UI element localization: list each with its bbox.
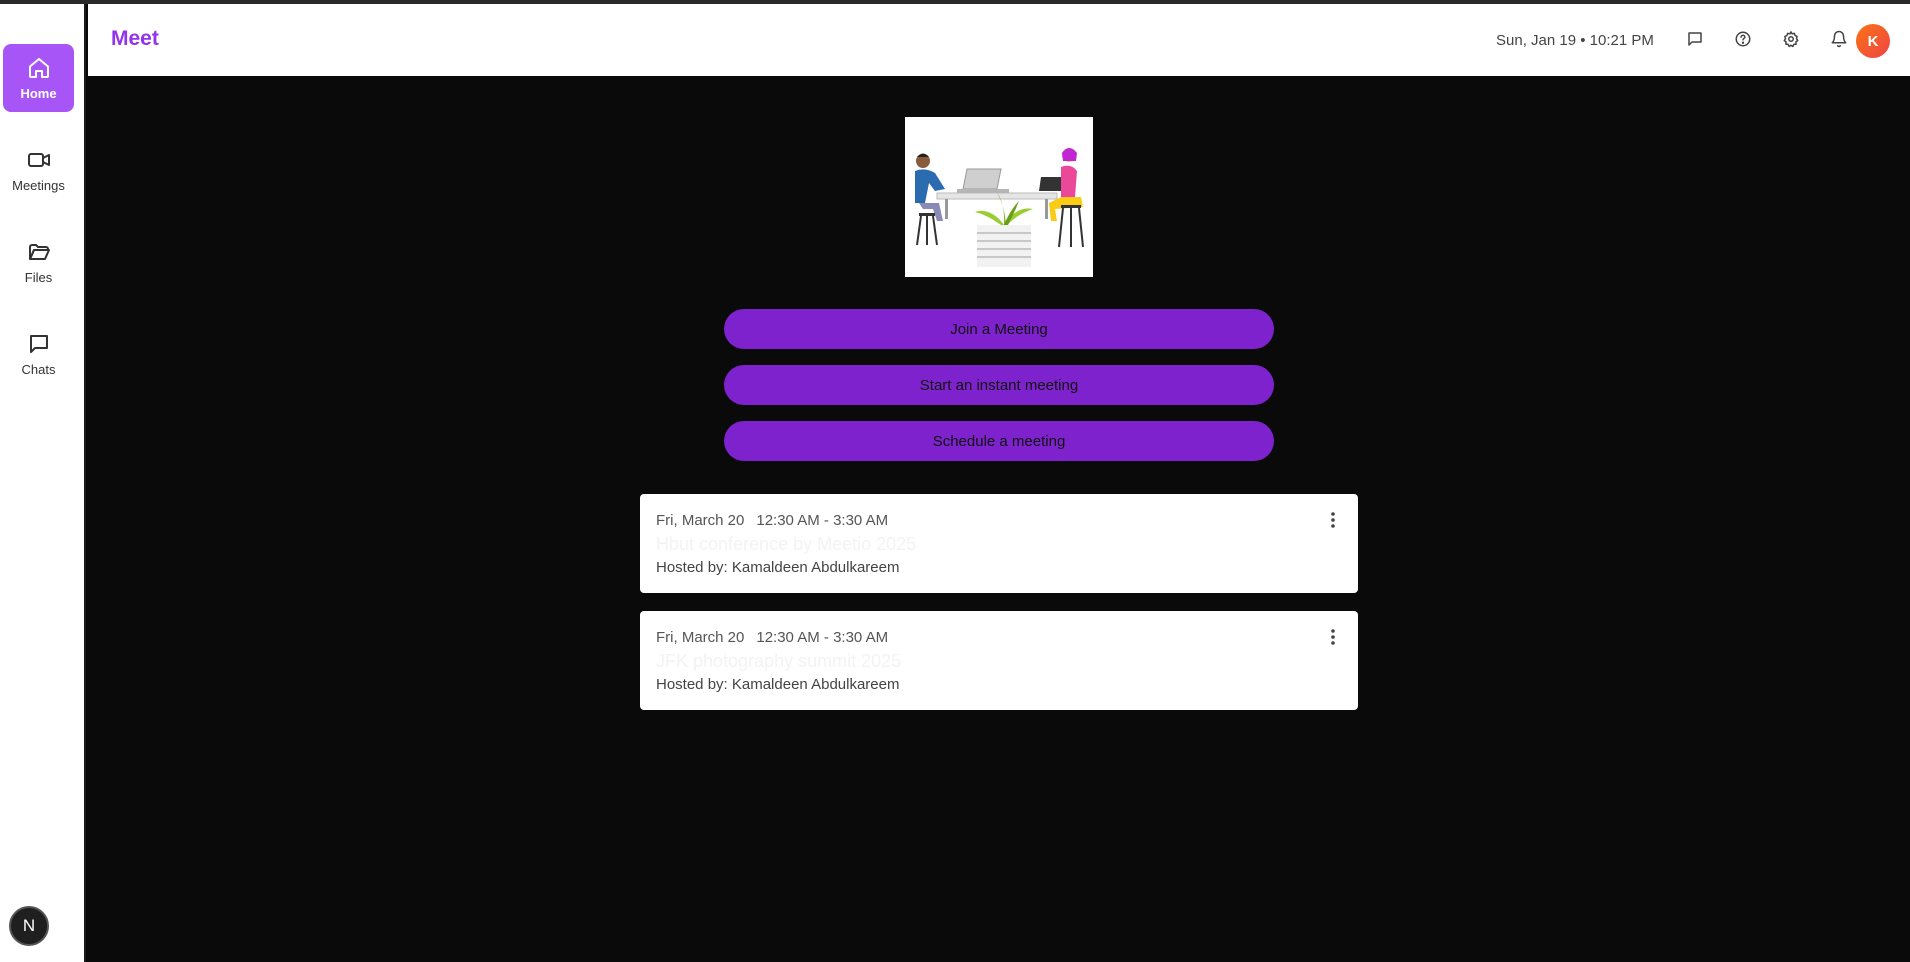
meeting-title: Hbut conference by Meetio 2025 <box>656 534 917 554</box>
join-meeting-button[interactable]: Join a Meeting <box>724 309 1274 349</box>
meeting-illustration <box>905 117 1093 277</box>
top-header: Meet Sun, Jan 19 • 10:21 PM K <box>88 4 1910 76</box>
meeting-card[interactable]: Fri, March 20 12:30 AM - 3:30 AM Hbut con… <box>640 494 1358 593</box>
instant-meeting-button[interactable]: Start an instant meeting <box>724 365 1274 405</box>
meeting-options-button[interactable] <box>1322 508 1344 532</box>
message-square-icon <box>1688 32 1702 46</box>
sidebar-item-label: Chats <box>21 361 56 377</box>
meeting-card[interactable]: Fri, March 20 12:30 AM - 3:30 AM JFK phot… <box>640 611 1358 710</box>
schedule-meeting-button[interactable]: Schedule a meeting <box>724 421 1274 461</box>
home-icon <box>28 57 49 78</box>
meeting-when: Fri, March 20 12:30 AM - 3:30 AM <box>656 629 888 646</box>
bell-icon <box>1831 30 1847 48</box>
user-avatar[interactable]: K <box>1856 24 1890 58</box>
sidebar-item-chats[interactable]: Chats <box>3 320 74 388</box>
sidebar-item-label: Meetings <box>12 177 65 193</box>
meeting-host: Hosted by: Kamaldeen Abdulkareem <box>656 559 900 576</box>
meeting-date: Fri, March 20 <box>656 629 745 646</box>
meeting-date: Fri, March 20 <box>656 512 745 529</box>
sidebar-item-files[interactable]: Files <box>3 228 74 296</box>
help-circle-icon <box>1735 31 1751 47</box>
more-vertical-icon <box>1331 512 1335 528</box>
sidebar-item-home[interactable]: Home <box>3 44 74 112</box>
meeting-time: 12:30 AM - 3:30 AM <box>756 512 889 529</box>
sidebar-item-label: Files <box>24 269 53 285</box>
sidebar-item-meetings[interactable]: Meetings <box>3 136 74 204</box>
notifications-button[interactable] <box>1826 26 1852 52</box>
meeting-host: Hosted by: Kamaldeen Abdulkareem <box>656 676 900 693</box>
meeting-options-button[interactable] <box>1322 625 1344 649</box>
meeting-title: JFK photography summit 2025 <box>656 651 902 671</box>
gear-icon <box>1783 31 1799 48</box>
app-title: Meet <box>111 27 159 50</box>
settings-button[interactable] <box>1778 26 1804 52</box>
meeting-when: Fri, March 20 12:30 AM - 3:30 AM <box>656 512 888 529</box>
more-vertical-icon <box>1331 629 1335 645</box>
folder-icon <box>28 243 50 260</box>
help-button[interactable] <box>1730 26 1756 52</box>
chat-icon <box>29 334 48 353</box>
chat-feedback-button[interactable] <box>1682 26 1708 52</box>
meeting-time: 12:30 AM - 3:30 AM <box>756 629 889 646</box>
current-datetime: Sun, Jan 19 • 10:21 PM <box>1496 32 1654 49</box>
n-badge-button[interactable]: N <box>9 906 49 946</box>
sidebar-item-label: Home <box>20 85 57 101</box>
sidebar: Home Meetings Files Chats N <box>0 4 86 962</box>
video-icon <box>27 152 50 167</box>
